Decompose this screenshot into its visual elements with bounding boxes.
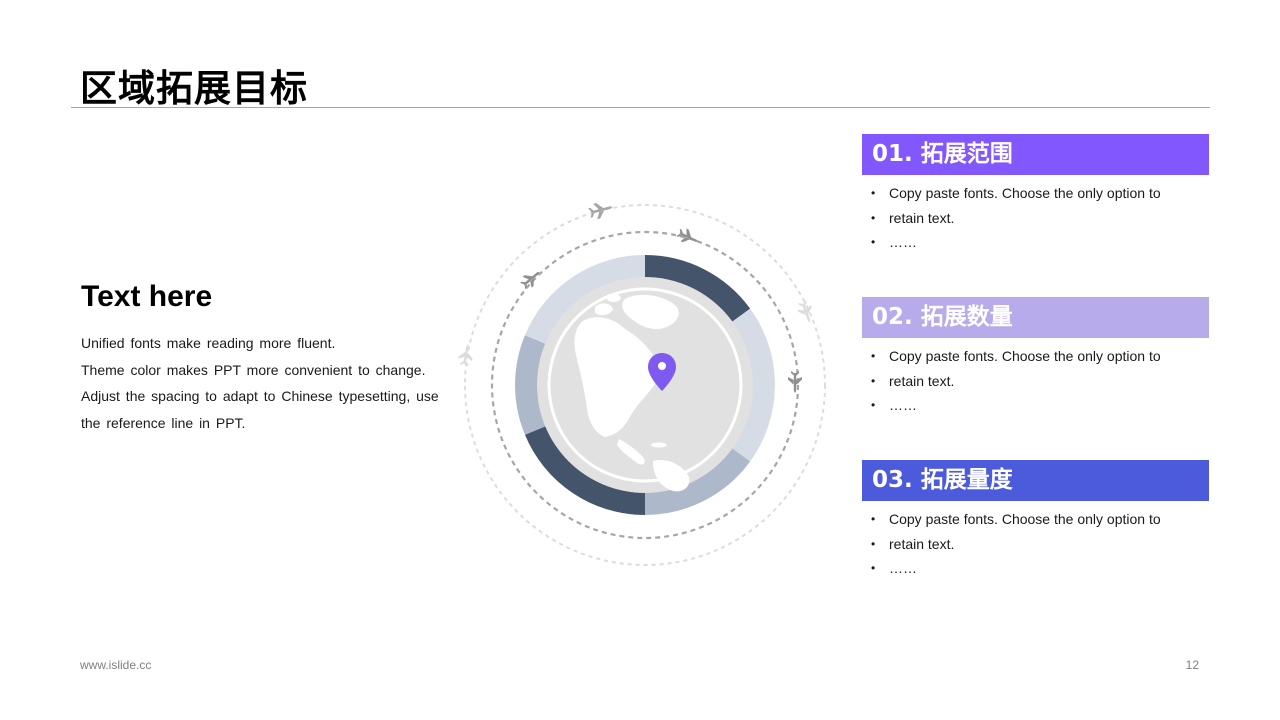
body-line: Theme color makes PPT more convenient to… — [81, 361, 426, 378]
left-body-text: Unified fonts make reading more fluent. … — [81, 330, 441, 436]
airplane-icon — [788, 371, 802, 393]
page-number: 12 — [1185, 658, 1199, 672]
card-expansion-quantity: 02. 拓展数量 Copy paste fonts. Choose the on… — [862, 297, 1209, 418]
bullet-item: …… — [862, 556, 1209, 581]
airplane-icon — [458, 344, 473, 367]
bullet-item: retain text. — [862, 369, 1209, 394]
bullet-item: …… — [862, 393, 1209, 418]
card-header: 02. 拓展数量 — [862, 297, 1209, 338]
bullet-item: Copy paste fonts. Choose the only option… — [862, 181, 1209, 206]
card-header: 03. 拓展量度 — [862, 460, 1209, 501]
card-bullet-list: Copy paste fonts. Choose the only option… — [862, 507, 1209, 581]
card-bullet-list: Copy paste fonts. Choose the only option… — [862, 181, 1209, 255]
bullet-item: …… — [862, 230, 1209, 255]
bullet-item: retain text. — [862, 206, 1209, 231]
title-divider — [71, 107, 1210, 108]
card-bullet-list: Copy paste fonts. Choose the only option… — [862, 344, 1209, 418]
bullet-item: Copy paste fonts. Choose the only option… — [862, 344, 1209, 369]
globe-ring-diagram — [455, 195, 835, 575]
bullet-item: retain text. — [862, 532, 1209, 557]
body-line: Adjust the spacing to adapt to Chinese t… — [81, 388, 439, 404]
footer-website: www.islide.cc — [80, 658, 152, 672]
card-expansion-scope: 01. 拓展范围 Copy paste fonts. Choose the on… — [862, 134, 1209, 255]
card-header: 01. 拓展范围 — [862, 134, 1209, 175]
body-line: the reference line in PPT. — [81, 414, 246, 431]
airplane-icon — [520, 271, 540, 290]
bullet-item: Copy paste fonts. Choose the only option… — [862, 507, 1209, 532]
slide-title: 区域拓展目标 — [80, 67, 308, 110]
body-line: Unified fonts make reading more fluent. — [81, 335, 336, 351]
card-expansion-measure: 03. 拓展量度 Copy paste fonts. Choose the on… — [862, 460, 1209, 581]
airplane-icon — [588, 203, 613, 220]
airplane-icon — [676, 228, 698, 243]
left-heading: Text here — [81, 280, 213, 313]
